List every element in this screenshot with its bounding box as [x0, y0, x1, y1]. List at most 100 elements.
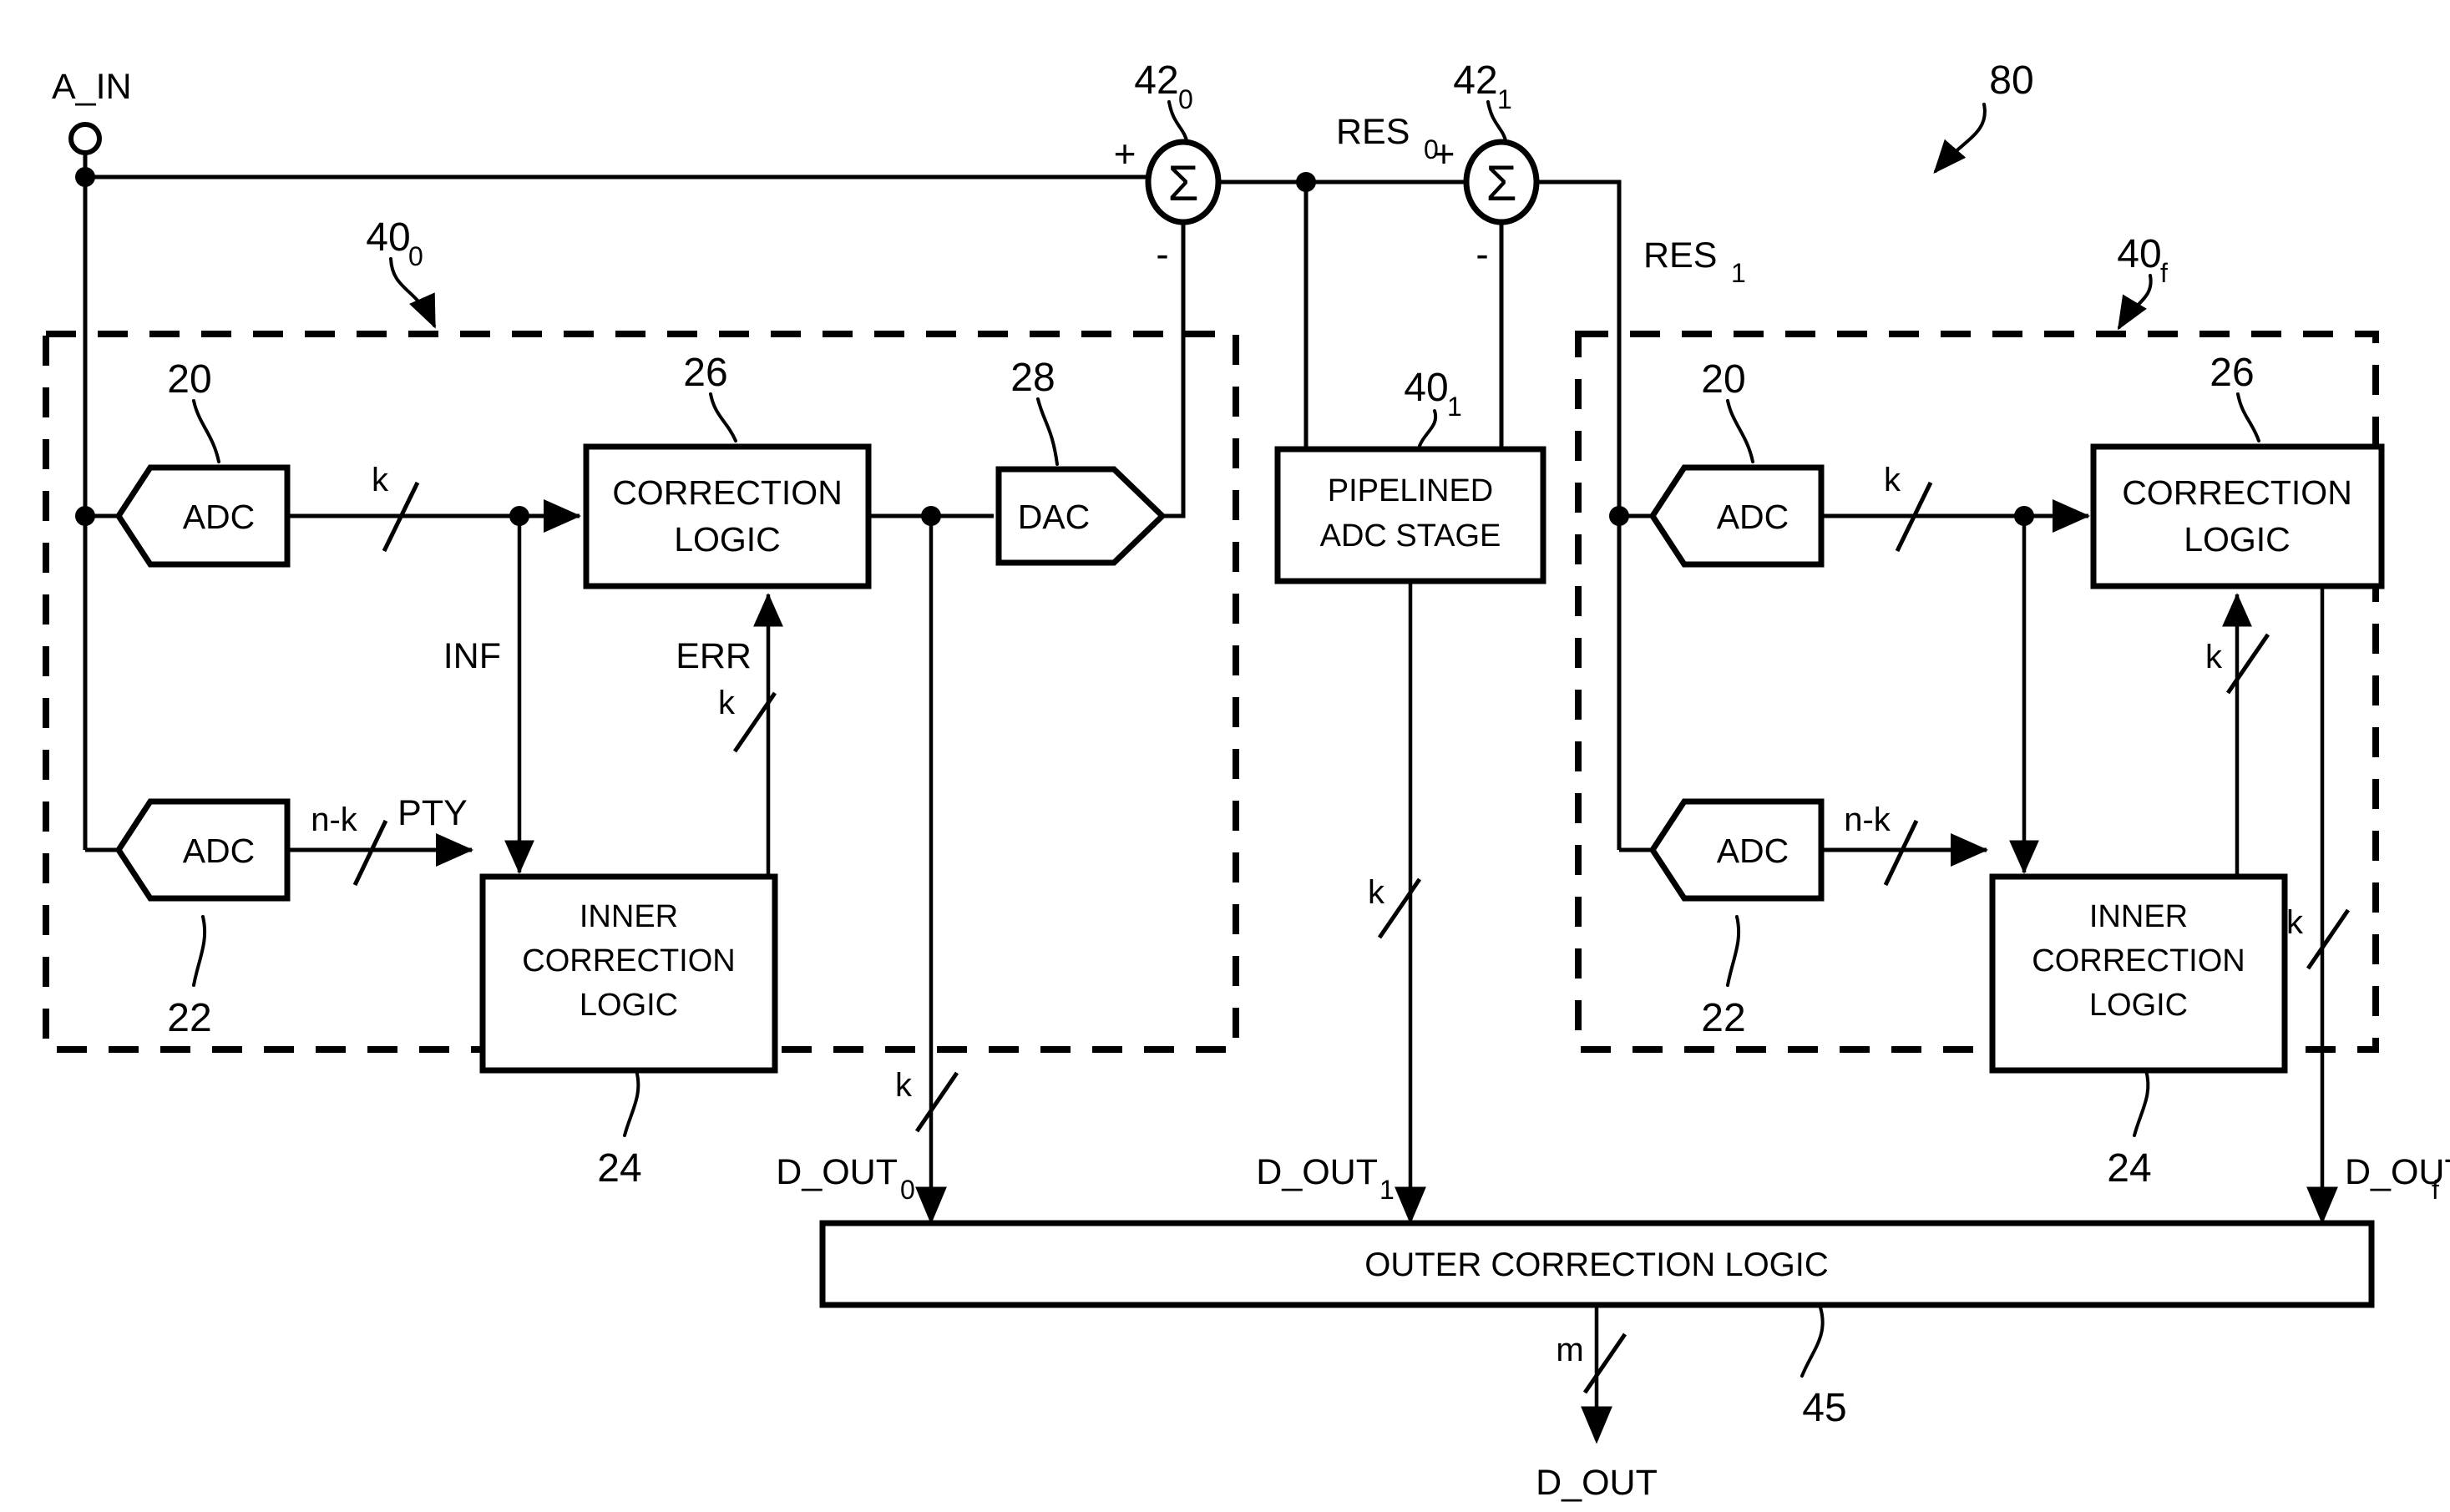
stagef-inner-cl-ref-leader	[2133, 1069, 2150, 1137]
stage0-inner-cl-line3: LOGIC	[580, 988, 678, 1023]
stagef-ref-number: 40	[2117, 232, 2161, 276]
stage0-inner-cl-ref-leader	[623, 1069, 640, 1137]
system-ref-leader	[1933, 103, 1987, 174]
block-diagram: A_IN 40 0 ADC 20 k CORRECTION LOGIC 26 I…	[43, 58, 2450, 1503]
input-label: A_IN	[52, 67, 132, 107]
stagef-inner-cl-ref: 24	[2107, 1146, 2151, 1191]
stagef-fine-adc-ref: 22	[1701, 996, 1745, 1040]
stage0-correction-logic-ref-leader	[709, 392, 737, 442]
outer-correction-logic-label: OUTER CORRECTION LOGIC	[1364, 1247, 1829, 1283]
doutf-k-label: k	[2286, 904, 2304, 941]
stagef-inner-correction-logic: INNER CORRECTION LOGIC	[1989, 873, 2288, 1074]
stage0-err-label: ERR	[676, 636, 752, 676]
summing-node-1-ref: 42	[1453, 58, 1497, 103]
stagef-ref-leader	[2117, 274, 2153, 331]
summing-node-0-ref-sub: 0	[1178, 84, 1193, 114]
outer-correction-logic-ref: 45	[1802, 1386, 1846, 1430]
stagef-correction-logic-ref: 26	[2210, 351, 2254, 395]
doutf-wire	[2306, 586, 2351, 1225]
stagef-ref-subscript: f	[2160, 258, 2168, 288]
stage0-k-bus-label: k	[372, 462, 389, 498]
summing-node-1-sigma: Σ	[1486, 155, 1516, 211]
stagef-fine-adc-ref-leader	[1726, 915, 1741, 987]
stage0-err-k-label: k	[718, 685, 736, 721]
stage1-ref-subscript: 1	[1447, 392, 1462, 422]
stage0-dac-label: DAC	[1018, 498, 1091, 536]
stage0-correction-logic-line1: CORRECTION	[612, 473, 843, 512]
stage0-inner-cl-ref: 24	[597, 1146, 641, 1191]
stage0-k-bus-wire	[287, 481, 581, 553]
dout0-wire	[914, 516, 959, 1225]
stagef-correction-logic-line1: CORRECTION	[2122, 473, 2352, 512]
dout1-k-label: k	[1368, 874, 1385, 911]
stagef-fine-adc-label: ADC	[1717, 832, 1789, 870]
stage0-inner-correction-logic: INNER CORRECTION LOGIC	[479, 873, 778, 1074]
dout-final-m-label: m	[1556, 1332, 1583, 1368]
summing-node-0-ref: 42	[1134, 58, 1178, 103]
stage1-ref-leader	[1418, 409, 1438, 448]
stage0-coarse-adc: ADC	[114, 464, 291, 568]
stage0-coarse-adc-label: ADC	[183, 498, 256, 536]
stage0-inf-label: INF	[443, 636, 501, 676]
stage0-correction-logic: CORRECTION LOGIC	[583, 443, 872, 589]
stagef-err-wire	[2222, 593, 2270, 877]
outer-correction-logic-ref-leader	[1800, 1306, 1825, 1378]
system-ref-number: 80	[1989, 58, 2033, 103]
stagef-coarse-adc-ref-leader	[1726, 399, 1754, 463]
res1-label-sub: 1	[1731, 258, 1746, 288]
stagef-correction-logic-line2: LOGIC	[2184, 520, 2291, 559]
stage0-dac-block: DAC	[995, 466, 1167, 566]
stagef-inner-cl-line2: CORRECTION	[2032, 943, 2245, 979]
stage0-fine-adc-ref-leader	[192, 915, 207, 987]
summing-node-1: Σ	[1463, 139, 1540, 225]
dout0-k-label: k	[895, 1067, 913, 1104]
stage0-inner-cl-line1: INNER	[580, 899, 678, 934]
stage0-correction-logic-box	[583, 443, 872, 589]
stage1-pipelined-adc: PIPELINED ADC STAGE	[1274, 446, 1546, 584]
stagef-inner-cl-line3: LOGIC	[2089, 988, 2188, 1023]
stage0-inner-cl-line2: CORRECTION	[522, 943, 735, 979]
stagef-nk-bus-label: n-k	[1844, 802, 1891, 838]
input-terminal-circle	[68, 122, 102, 155]
stagef-coarse-adc: ADC	[1648, 464, 1825, 568]
stage1-label-line2: ADC STAGE	[1320, 518, 1501, 554]
dout-final-slash	[1582, 1332, 1627, 1394]
stagef-correction-logic-ref-leader	[2236, 392, 2260, 442]
stage0-ref-subscript: 0	[408, 241, 423, 271]
stage1-label-line1: PIPELINED	[1328, 473, 1494, 508]
dout-final-wire	[1581, 1305, 1627, 1444]
stage0-fine-adc: ADC	[114, 798, 291, 902]
stage1-dout-wire	[1377, 581, 1426, 1225]
stagef-k-bus-label: k	[1884, 462, 1901, 498]
dout1-label: D_OUT	[1256, 1152, 1378, 1192]
summing-node-0-minus: -	[1156, 232, 1168, 276]
stagef-err-slash	[2225, 633, 2270, 695]
stage1-ref-number: 40	[1404, 366, 1448, 410]
outer-correction-logic: OUTER CORRECTION LOGIC	[819, 1220, 2375, 1308]
stagef-correction-logic-box	[2090, 443, 2385, 589]
stagef-coarse-adc-label: ADC	[1717, 498, 1789, 536]
res1-label: RES	[1643, 235, 1717, 276]
stage0-correction-logic-line2: LOGIC	[674, 520, 781, 559]
stage0-pty-label: PTY	[397, 793, 468, 833]
stagef-err-k-label: k	[2205, 639, 2223, 675]
stage0-nk-bus-label: n-k	[311, 802, 358, 838]
figure-canvas: A_IN 40 0 ADC 20 k CORRECTION LOGIC 26 I…	[0, 0, 2450, 1512]
stage0-correction-logic-ref: 26	[683, 351, 727, 395]
stage0-fine-adc-ref: 22	[167, 996, 211, 1040]
stagef-fine-adc: ADC	[1648, 798, 1825, 902]
summing-node-0-plus: +	[1114, 132, 1136, 175]
summing-node-1-plus: +	[1433, 132, 1455, 175]
summing-node-1-minus: -	[1476, 232, 1488, 276]
stagef-coarse-adc-ref: 20	[1701, 357, 1745, 402]
stage1-box	[1274, 446, 1546, 584]
dout-final-label: D_OUT	[1536, 1463, 1658, 1503]
res0-label: RES	[1336, 112, 1410, 152]
stage0-nk-bus-slash	[352, 819, 388, 887]
stagef-k-bus-wire	[1821, 481, 2090, 553]
dout0-slash	[914, 1071, 959, 1133]
stage0-fine-adc-label: ADC	[183, 832, 256, 870]
doutf-slash	[2306, 908, 2351, 970]
summing-node-0-sigma: Σ	[1167, 155, 1198, 211]
dout0-label-sub: 0	[900, 1175, 915, 1205]
